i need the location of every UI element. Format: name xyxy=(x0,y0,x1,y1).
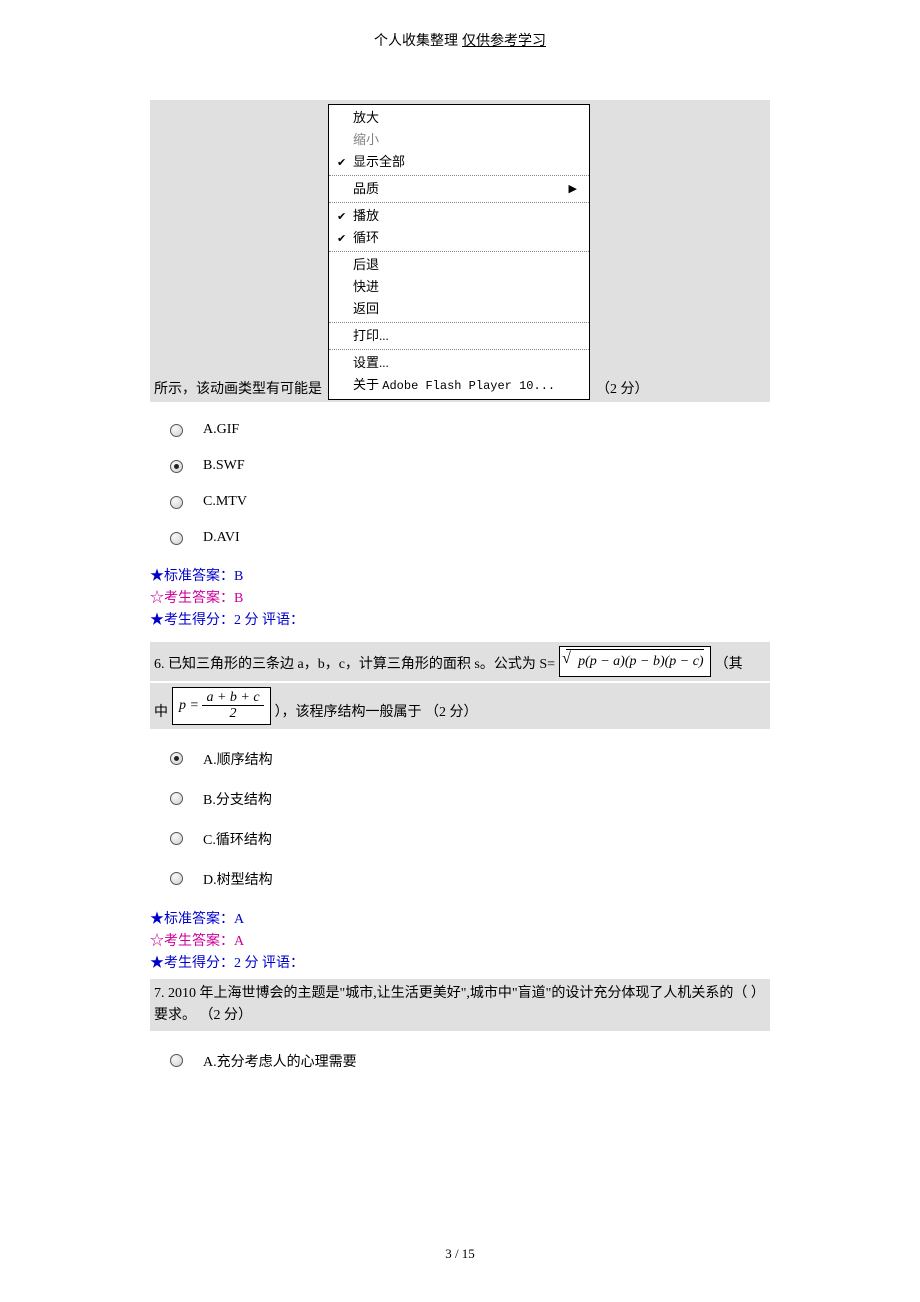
radio-icon[interactable] xyxy=(170,496,183,509)
page-header: 个人收集整理仅供参考学习 xyxy=(150,30,770,50)
radio-icon[interactable] xyxy=(170,792,183,805)
q6-answer: ★标准答案：A ☆考生答案：A ★考生得分：2 分 评语： xyxy=(150,909,770,975)
radio-icon[interactable] xyxy=(170,872,183,885)
radio-icon[interactable] xyxy=(170,752,183,765)
q6-text1-end: （其 xyxy=(715,653,743,677)
q6-option-c[interactable]: C.循环结构 xyxy=(170,829,770,849)
menu-return[interactable]: 返回 xyxy=(353,298,581,320)
q6-std-answer: ★标准答案：A xyxy=(150,909,770,931)
menu-loop[interactable]: ✔循环 xyxy=(353,227,581,249)
heron-formula-icon: p(p − a)(p − b)(p − c) xyxy=(559,646,711,677)
page-footer: 3 / 15 xyxy=(0,1246,920,1262)
q6-options: A.顺序结构 B.分支结构 C.循环结构 D.树型结构 xyxy=(170,749,770,889)
q6-line1: 6. 已知三角形的三条边 a，b，c，计算三角形的面积 s。公式为 S= p(p… xyxy=(150,642,770,681)
q5-option-c[interactable]: C.MTV xyxy=(170,494,770,510)
q6-score: ★考生得分：2 分 评语： xyxy=(150,953,770,975)
q7-text: 7. 2010 年上海世博会的主题是"城市,让生活更美好",城市中"盲道"的设计… xyxy=(154,986,765,1023)
q5-option-a[interactable]: A.GIF xyxy=(170,422,770,438)
menu-quality[interactable]: 品质▶ xyxy=(353,178,581,200)
menu-settings[interactable]: 设置... xyxy=(353,352,581,374)
menu-zoom-in[interactable]: 放大 xyxy=(353,107,581,129)
header-text2: 仅供参考学习 xyxy=(462,34,546,49)
q6-option-d[interactable]: D.树型结构 xyxy=(170,869,770,889)
radio-icon[interactable] xyxy=(170,832,183,845)
flash-context-menu: 放大 缩小 ✔显示全部 品质▶ ✔播放 ✔循环 后退 快进 返回 打印... 设… xyxy=(328,104,590,400)
menu-forward[interactable]: 快进 xyxy=(353,276,581,298)
radio-icon[interactable] xyxy=(170,460,183,473)
menu-print[interactable]: 打印... xyxy=(353,325,581,347)
menu-zoom-out: 缩小 xyxy=(353,129,581,151)
q5-prefix: 所示，该动画类型有可能是 xyxy=(154,380,322,400)
q6-line2: 中 p = a + b + c 2 ），该程序结构一般属于 （2 分） xyxy=(150,683,770,729)
menu-back[interactable]: 后退 xyxy=(353,254,581,276)
q7-option-a[interactable]: A.充分考虑人的心理需要 xyxy=(170,1051,770,1071)
radio-icon[interactable] xyxy=(170,424,183,437)
header-text1: 个人收集整理 xyxy=(374,34,458,49)
q6-text2-start: 中 xyxy=(154,701,168,725)
check-icon: ✔ xyxy=(337,229,346,249)
q6-text1: 6. 已知三角形的三条边 a，b，c，计算三角形的面积 s。公式为 S= xyxy=(154,653,555,677)
q5-option-b[interactable]: B.SWF xyxy=(170,458,770,474)
arrow-right-icon: ▶ xyxy=(569,179,577,199)
q7-block: 7. 2010 年上海世博会的主题是"城市,让生活更美好",城市中"盲道"的设计… xyxy=(150,979,770,1031)
q5-answer: ★标准答案：B ☆考生答案：B ★考生得分：2 分 评语： xyxy=(150,566,770,632)
q5-line: 所示，该动画类型有可能是 放大 缩小 ✔显示全部 品质▶ ✔播放 ✔循环 后退 … xyxy=(150,100,770,402)
menu-play[interactable]: ✔播放 xyxy=(353,205,581,227)
radio-icon[interactable] xyxy=(170,532,183,545)
q5-points: （2 分） xyxy=(596,380,649,400)
q5-options: A.GIF B.SWF C.MTV D.AVI xyxy=(170,422,770,546)
q5-student-answer: ☆考生答案：B xyxy=(150,588,770,610)
q5-std-answer: ★标准答案：B xyxy=(150,566,770,588)
radio-icon[interactable] xyxy=(170,1054,183,1067)
q6-student-answer: ☆考生答案：A xyxy=(150,931,770,953)
menu-about[interactable]: 关于 Adobe Flash Player 10... xyxy=(353,374,581,397)
q6-option-a[interactable]: A.顺序结构 xyxy=(170,749,770,769)
menu-show-all[interactable]: ✔显示全部 xyxy=(353,151,581,173)
check-icon: ✔ xyxy=(337,153,346,173)
check-icon: ✔ xyxy=(337,207,346,227)
q6-option-b[interactable]: B.分支结构 xyxy=(170,789,770,809)
q5-option-d[interactable]: D.AVI xyxy=(170,530,770,546)
q7-options: A.充分考虑人的心理需要 xyxy=(170,1051,770,1071)
semi-perimeter-formula-icon: p = a + b + c 2 xyxy=(172,687,271,725)
q5-score: ★考生得分：2 分 评语： xyxy=(150,610,770,632)
q6-text2-end: ），该程序结构一般属于 （2 分） xyxy=(275,701,478,725)
